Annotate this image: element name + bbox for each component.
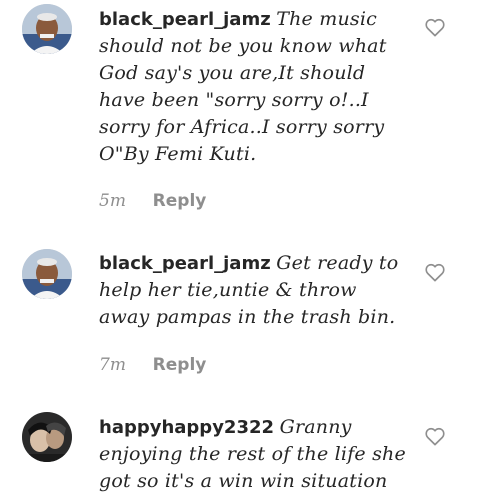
comment-username[interactable]: black_pearl_jamz xyxy=(99,9,271,30)
avatar-photo xyxy=(22,249,72,299)
avatar[interactable] xyxy=(22,249,72,299)
heart-outline-icon[interactable] xyxy=(424,426,446,446)
comment-item: happyhappy2322 Granny enjoying the rest … xyxy=(0,400,480,498)
comment-item: black_pearl_jamz Get ready to help her t… xyxy=(0,240,480,390)
avatar[interactable] xyxy=(22,412,72,462)
heart-outline-icon[interactable] xyxy=(424,17,446,37)
comment-username[interactable]: happyhappy2322 xyxy=(99,417,274,438)
avatar[interactable] xyxy=(22,4,72,54)
avatar-photo xyxy=(22,412,72,462)
comment-username[interactable]: black_pearl_jamz xyxy=(99,253,271,274)
comment-body: black_pearl_jamz The music should not be… xyxy=(99,6,409,168)
avatar-photo xyxy=(22,4,72,54)
heart-outline-icon[interactable] xyxy=(424,262,446,282)
comment-timestamp: 5m xyxy=(99,191,126,211)
reply-button[interactable]: Reply xyxy=(153,191,207,211)
comment-meta: 7m Reply xyxy=(99,355,206,375)
reply-button[interactable]: Reply xyxy=(153,355,207,375)
comment-body: black_pearl_jamz Get ready to help her t… xyxy=(99,250,409,331)
comment-meta: 5m Reply xyxy=(99,191,206,211)
comment-timestamp: 7m xyxy=(99,355,126,375)
comment-body: happyhappy2322 Granny enjoying the rest … xyxy=(99,414,409,495)
comment-text: The music should not be you know what Go… xyxy=(99,8,387,165)
comment-item: black_pearl_jamz The music should not be… xyxy=(0,0,480,230)
